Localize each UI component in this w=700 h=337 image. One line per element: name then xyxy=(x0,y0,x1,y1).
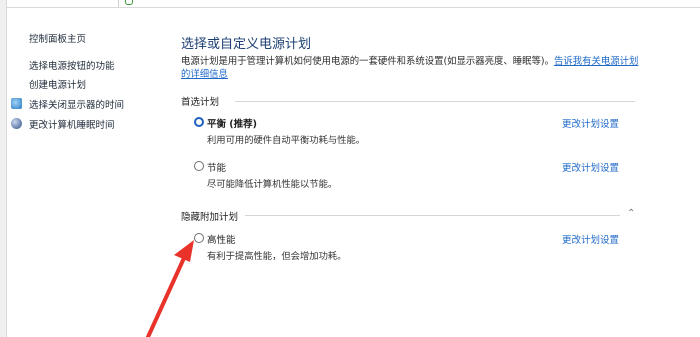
search-box-edge[interactable] xyxy=(125,0,133,5)
plan-balanced-radio[interactable] xyxy=(194,117,204,127)
address-bar-separator xyxy=(118,0,119,7)
change-plan-settings-power-saver-link[interactable]: 更改计划设置 xyxy=(562,160,619,174)
sidebar-item-label: 更改计算机睡眠时间 xyxy=(29,120,115,131)
section-divider xyxy=(245,215,620,216)
hidden-plans-heading: 隐藏附加计划 xyxy=(181,212,239,223)
left-window-frame xyxy=(0,0,7,337)
arrow-head xyxy=(174,240,194,262)
plan-description: 尽可能降低计算机性能以节能。 xyxy=(207,179,338,190)
window-top-bar xyxy=(0,0,700,8)
sidebar-item-power-button-function[interactable]: 选择电源按钮的功能 xyxy=(29,58,115,72)
preferred-plans-heading: 首选计划 xyxy=(181,97,220,108)
plan-description: 利用可用的硬件自动平衡功耗与性能。 xyxy=(207,135,366,146)
description-text: 电源计划是用于管理计算机如何使用电源的一套硬件和系统设置(如显示器亮度、睡眠等)… xyxy=(181,56,554,67)
sidebar-item-control-panel-home[interactable]: 控制面板主页 xyxy=(29,31,86,45)
arrow-shaft xyxy=(146,256,186,337)
sidebar-item-label: 选择关闭显示器的时间 xyxy=(29,100,125,111)
moon-icon xyxy=(11,118,22,129)
sidebar-item-display-off-time[interactable]: 选择关闭显示器的时间 xyxy=(11,97,125,111)
sidebar-item-sleep-time[interactable]: 更改计算机睡眠时间 xyxy=(11,117,115,131)
plan-description: 有利于提高性能，但会增加功耗。 xyxy=(207,251,347,262)
page-title: 选择或自定义电源计划 xyxy=(181,37,312,52)
monitor-icon xyxy=(11,98,22,109)
change-plan-settings-balanced-link[interactable]: 更改计划设置 xyxy=(562,116,619,130)
plan-name[interactable]: 节能 xyxy=(207,160,226,174)
plan-high-performance-radio[interactable] xyxy=(194,233,204,243)
sidebar-item-create-power-plan[interactable]: 创建电源计划 xyxy=(29,77,86,91)
plan-name[interactable]: 高性能 xyxy=(207,232,236,246)
plan-name[interactable]: 平衡 (推荐) xyxy=(207,116,257,130)
page-description: 电源计划是用于管理计算机如何使用电源的一套硬件和系统设置(如显示器亮度、睡眠等)… xyxy=(181,55,639,81)
section-divider xyxy=(235,101,635,102)
plan-power-saver-radio[interactable] xyxy=(194,161,204,171)
chevron-up-icon[interactable]: ⌃ xyxy=(627,208,635,219)
change-plan-settings-high-performance-link[interactable]: 更改计划设置 xyxy=(562,232,619,246)
